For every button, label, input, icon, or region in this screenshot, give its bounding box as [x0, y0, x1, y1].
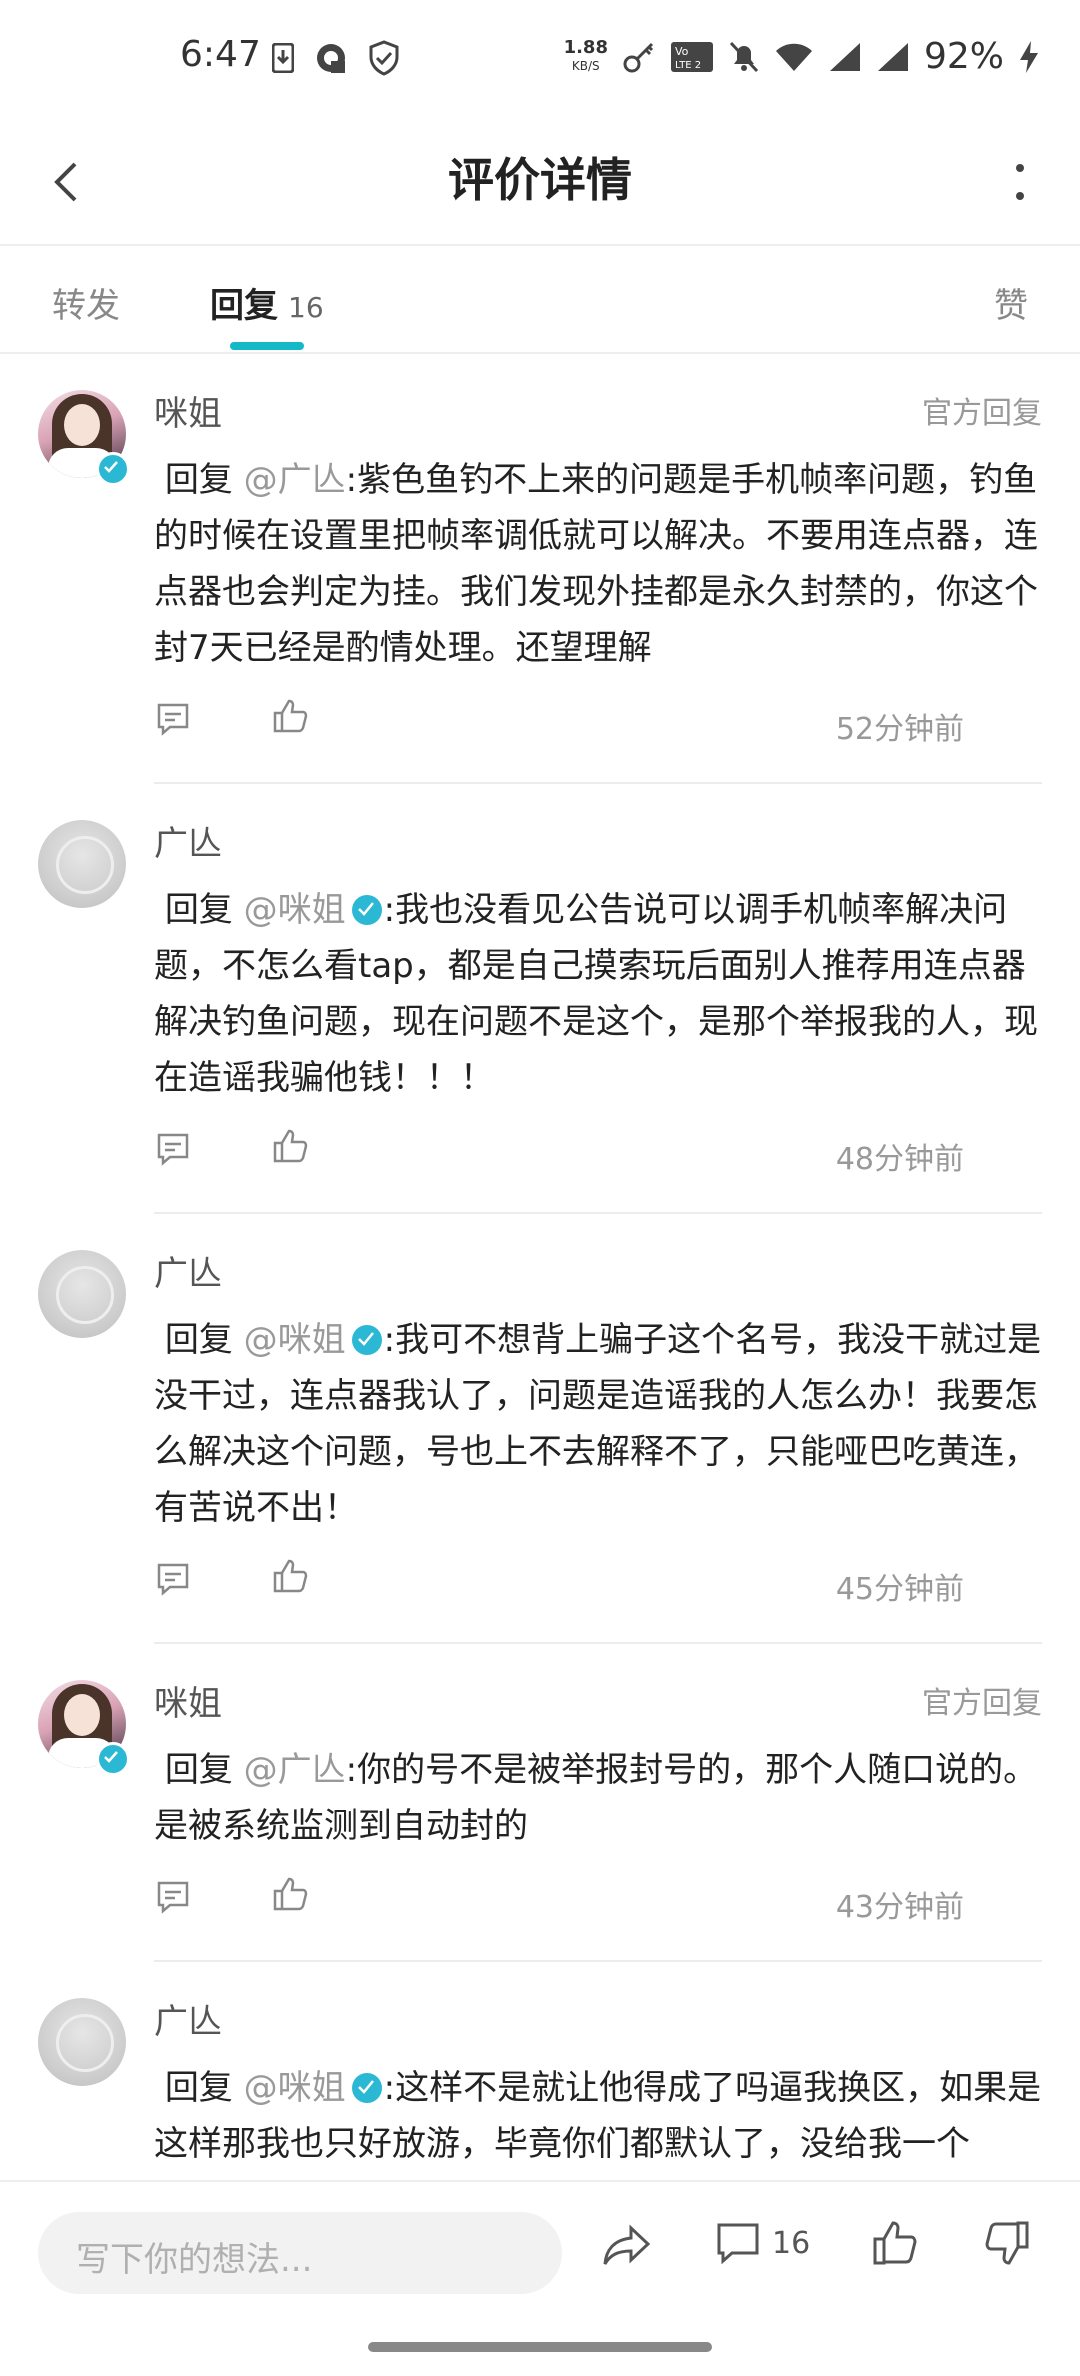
verified-badge-icon	[96, 1742, 130, 1776]
comment-text: 回复 @咪姐:我也没看见公告说可以调手机帧率解决问题，不怎么看tap，都是自己摸…	[154, 882, 1044, 1106]
tab-bar: 转发 回复 16 赞	[0, 246, 1080, 354]
comment-actions: 48分钟前	[154, 1128, 1004, 1178]
svg-text:LTE 2: LTE 2	[675, 60, 701, 71]
home-indicator[interactable]	[368, 2342, 712, 2352]
shield-icon	[369, 40, 399, 76]
status-right: 1.88 KB/S Vo LTE 2 92%	[564, 36, 1040, 77]
comment-actions: 45分钟前	[154, 1558, 1004, 1608]
list-item: 广亾 回复 @咪姐:我可不想背上骗子这个名号，我没干就过是没干过，连点器我认了，…	[0, 1214, 1080, 1644]
page-title: 评价详情	[448, 153, 632, 207]
volte-icon: Vo LTE 2	[670, 41, 713, 72]
author-name[interactable]: 咪姐	[154, 1676, 222, 1725]
comment-icon[interactable]	[156, 1132, 190, 1166]
status-bar: 6:47 1.88 KB/S Vo LTE 2 92%	[0, 0, 1080, 120]
status-left-icons	[272, 40, 400, 76]
timestamp: 43分钟前	[835, 1890, 964, 1925]
verified-badge-icon	[96, 452, 130, 486]
charging-icon	[1020, 40, 1038, 73]
author-name[interactable]: 广亾	[154, 816, 222, 865]
timestamp: 45分钟前	[835, 1572, 964, 1607]
avatar[interactable]	[38, 1250, 126, 1338]
reply-prefix: 回复	[164, 1320, 233, 1360]
key-icon	[623, 42, 654, 72]
comment-input[interactable]: 写下你的想法...	[38, 2212, 562, 2294]
avatar[interactable]	[38, 1998, 126, 2086]
comment-icon	[717, 2223, 759, 2264]
mute-icon	[729, 41, 759, 72]
more-options-button[interactable]	[988, 150, 1052, 214]
svg-text:Vo: Vo	[675, 45, 689, 58]
download-icon	[272, 43, 294, 73]
top-bar: 评价详情	[0, 120, 1080, 246]
comment-input-placeholder: 写下你的想法...	[76, 2240, 313, 2280]
comment-actions: 43分钟前	[154, 1876, 1004, 1926]
list-item: 咪姐 官方回复 回复 @广亾:你的号不是被举报封号的，那个人随口说的。是被系统监…	[0, 1644, 1080, 1962]
reply-prefix: 回复	[164, 1750, 233, 1790]
official-reply-badge: 官方回复	[922, 1686, 1042, 1721]
list-item: 广亾 回复 @咪姐:我也没看见公告说可以调手机帧率解决问题，不怎么看tap，都是…	[0, 784, 1080, 1214]
speed-value: 1.88	[563, 36, 608, 58]
reply-list: 咪姐 官方回复 回复 @广亾:紫色鱼钓不上来的问题是手机帧率问题，钓鱼的时候在设…	[0, 354, 1080, 2202]
reply-prefix: 回复	[164, 460, 233, 500]
comment-text: 回复 @咪姐:我可不想背上骗子这个名号，我没干就过是没干过，连点器我认了，问题是…	[154, 1312, 1044, 1536]
official-reply-badge: 官方回复	[922, 396, 1042, 431]
timestamp: 48分钟前	[835, 1142, 964, 1177]
mention-link[interactable]: @广亾	[244, 460, 346, 500]
like-icon[interactable]	[272, 1128, 308, 1164]
more-vertical-icon	[1016, 164, 1024, 200]
avatar[interactable]	[38, 820, 126, 908]
verified-badge-icon	[351, 1325, 382, 1355]
like-icon[interactable]	[272, 1876, 308, 1912]
speed-unit: KB/S	[571, 58, 600, 73]
mention-link[interactable]: @咪姐	[244, 1320, 346, 1360]
mention-link[interactable]: @咪姐	[244, 2068, 346, 2108]
mention-link[interactable]: @广亾	[244, 1750, 346, 1790]
reply-prefix: 回复	[164, 890, 233, 930]
comment-icon[interactable]	[156, 702, 190, 736]
comment-icon[interactable]	[156, 1880, 190, 1914]
dislike-icon[interactable]	[984, 2220, 1030, 2266]
timestamp: 52分钟前	[835, 712, 964, 747]
network-speed: 1.88 KB/S	[563, 36, 608, 75]
bottom-action-bar: 写下你的想法... 16	[0, 2180, 1080, 2322]
tab-forward[interactable]: 转发	[52, 278, 120, 327]
mention-link[interactable]: @咪姐	[244, 890, 346, 930]
comment-actions: 52分钟前	[154, 698, 1004, 748]
comment-icon[interactable]	[156, 1562, 190, 1596]
active-tab-indicator	[230, 342, 304, 350]
share-icon[interactable]	[602, 2224, 652, 2268]
comment-text: 回复 @咪姐:这样不是就让他得成了吗逼我换区，如果是这样那我也只好放游，毕竟你们…	[154, 2060, 1044, 2172]
comments-count: 16	[772, 2225, 811, 2261]
verified-badge-icon	[351, 895, 382, 925]
comment-text: 回复 @广亾:你的号不是被举报封号的，那个人随口说的。是被系统监测到自动封的	[154, 1742, 1044, 1854]
author-name[interactable]: 广亾	[154, 1994, 222, 2043]
like-icon[interactable]	[272, 1558, 308, 1594]
reply-prefix: 回复	[164, 2068, 233, 2108]
comments-button[interactable]: 16	[716, 2222, 810, 2264]
tab-reply-count: 16	[288, 291, 324, 324]
tab-reply[interactable]: 回复 16	[210, 278, 324, 327]
tab-like[interactable]: 赞	[994, 278, 1028, 327]
wifi-icon	[775, 43, 812, 71]
list-item: 咪姐 官方回复 回复 @广亾:紫色鱼钓不上来的问题是手机帧率问题，钓鱼的时候在设…	[0, 354, 1080, 784]
tab-reply-label: 回复	[210, 286, 278, 326]
comment-text: 回复 @广亾:紫色鱼钓不上来的问题是手机帧率问题，钓鱼的时候在设置里把帧率调低就…	[154, 452, 1044, 676]
battery-level: 92%	[923, 36, 1004, 77]
app-icon	[317, 44, 345, 73]
status-time: 6:47	[180, 34, 261, 75]
signal-icon-2	[877, 42, 908, 71]
author-name[interactable]: 广亾	[154, 1246, 222, 1295]
list-item: 广亾 回复 @咪姐:这样不是就让他得成了吗逼我换区，如果是这样那我也只好放游，毕…	[0, 1962, 1080, 2202]
like-icon[interactable]	[272, 698, 308, 734]
verified-badge-icon	[351, 2073, 382, 2103]
author-name[interactable]: 咪姐	[154, 386, 222, 435]
like-icon[interactable]	[872, 2220, 918, 2266]
signal-icon	[829, 42, 860, 71]
